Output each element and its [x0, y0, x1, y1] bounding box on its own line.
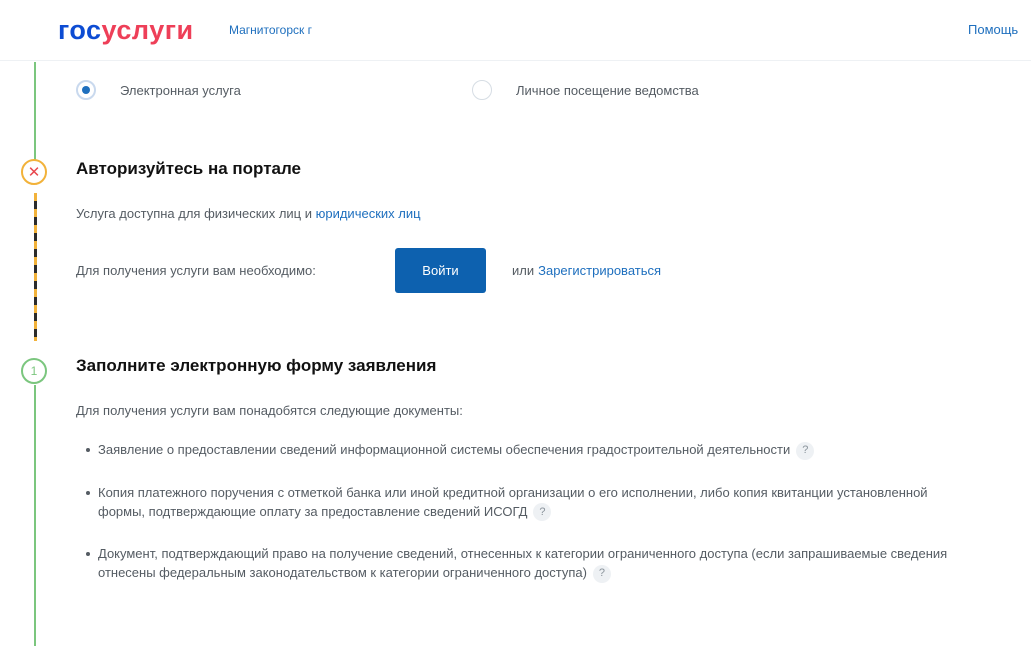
legal-entities-link[interactable]: юридических лиц [316, 206, 421, 221]
logo-part-gos: гос [58, 15, 102, 45]
list-item: Копия платежного поручения с отметкой ба… [84, 483, 964, 522]
radio-option-personal-visit[interactable]: Личное посещение ведомства [472, 76, 699, 104]
form-step-title: Заполните электронную форму заявления [76, 356, 437, 375]
documents-list: Заявление о предоставлении сведений инфо… [84, 440, 964, 606]
or-label: или [512, 263, 535, 278]
timeline-line-completed [34, 62, 36, 161]
help-link[interactable]: Помощь [968, 22, 1018, 37]
auth-step-title: Авторизуйтесь на портале [76, 159, 302, 178]
or-register: или Зарегистрироваться [512, 263, 661, 278]
register-link[interactable]: Зарегистрироваться [538, 263, 661, 278]
radio-label: Электронная услуга [120, 82, 241, 98]
gosuslugi-logo[interactable]: госуслуги [58, 14, 194, 46]
step-number-icon: 1 [21, 358, 47, 384]
document-text: Документ, подтверждающий право на получе… [98, 546, 948, 581]
documents-intro: Для получения услуги вам понадобятся сле… [76, 403, 463, 418]
timeline-line-next [34, 385, 36, 646]
timeline-line-pending [34, 193, 37, 341]
header: госуслуги Магнитогорск г Помощь [0, 0, 1031, 61]
document-text: Заявление о предоставлении сведений инфо… [98, 442, 791, 457]
logo-part-uslugi: услуги [101, 15, 194, 45]
login-button[interactable]: Войти [395, 248, 486, 293]
availability-label: Услуга доступна для физических лиц и [76, 206, 312, 221]
help-question-icon[interactable]: ? [592, 564, 611, 583]
step-error-x-icon: ✕ [21, 159, 47, 185]
radio-unchecked-icon[interactable] [472, 80, 492, 100]
list-item: Документ, подтверждающий право на получе… [84, 544, 964, 583]
radio-option-electronic[interactable]: Электронная услуга [76, 76, 241, 104]
radio-checked-icon[interactable] [76, 80, 96, 100]
radio-label: Личное посещение ведомства [516, 82, 699, 98]
help-question-icon[interactable]: ? [796, 441, 815, 460]
availability-text: Услуга доступна для физических лиц и юри… [76, 206, 421, 221]
login-required-text: Для получения услуги вам необходимо: [76, 263, 316, 278]
help-question-icon[interactable]: ? [533, 503, 552, 522]
list-item: Заявление о предоставлении сведений инфо… [84, 440, 964, 460]
document-text: Копия платежного поручения с отметкой ба… [98, 484, 928, 519]
city-selector[interactable]: Магнитогорск г [229, 23, 312, 37]
